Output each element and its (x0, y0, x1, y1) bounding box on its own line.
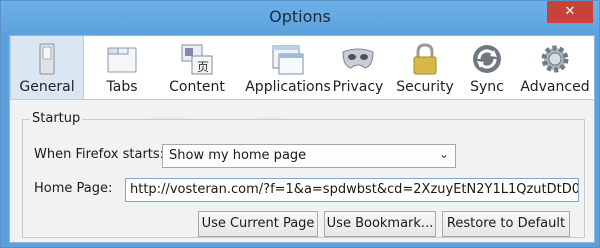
applications-icon (272, 45, 304, 75)
tab-tabs[interactable]: Tabs (94, 36, 150, 99)
tab-security[interactable]: Security (392, 36, 458, 99)
use-current-page-button[interactable]: Use Current Page (198, 211, 318, 237)
home-page-value: http://vosteran.com/?f=1&a=spdwbst&cd=2X… (130, 182, 579, 197)
tab-security-label: Security (396, 79, 454, 95)
options-toolbar: General Tabs 页 Content Applications Priv… (10, 36, 594, 100)
use-bookmark-button[interactable]: Use Bookmark... (324, 211, 436, 237)
close-icon: ✕ (564, 4, 576, 19)
tab-privacy[interactable]: Privacy (328, 36, 388, 99)
sync-icon (473, 45, 501, 73)
when-starts-label: When Firefox starts: (34, 147, 165, 162)
tab-content[interactable]: 页 Content (160, 36, 234, 99)
tab-advanced-label: Advanced (520, 79, 590, 95)
tab-tabs-label: Tabs (106, 79, 138, 95)
switch-icon (39, 43, 55, 75)
mask-icon (342, 48, 374, 69)
home-page-label: Home Page: (34, 181, 113, 196)
tab-advanced[interactable]: Advanced (518, 36, 592, 99)
when-starts-selected-value: Show my home page (169, 148, 307, 163)
tab-content-label: Content (169, 79, 225, 95)
window-title: Options (269, 7, 331, 26)
tab-applications[interactable]: Applications (236, 36, 340, 99)
options-window: Options ✕ General Tabs 页 Content Applica… (0, 0, 600, 248)
tab-general-label: General (19, 79, 75, 95)
tab-privacy-label: Privacy (332, 79, 384, 95)
chevron-down-icon: ⌄ (438, 147, 449, 161)
options-client-area: General Tabs 页 Content Applications Priv… (9, 35, 595, 243)
tab-applications-label: Applications (245, 79, 331, 95)
padlock-icon (413, 43, 437, 75)
content-icon: 页 (181, 44, 213, 75)
svg-text:页: 页 (197, 60, 209, 74)
restore-default-button[interactable]: Restore to Default (442, 211, 570, 237)
close-button[interactable]: ✕ (547, 1, 593, 23)
tab-sync-label: Sync (470, 79, 504, 95)
when-starts-select[interactable]: Show my home page ⌄ (162, 144, 456, 168)
home-page-input[interactable]: http://vosteran.com/?f=1&a=spdwbst&cd=2X… (125, 178, 579, 202)
tab-sync[interactable]: Sync (462, 36, 512, 99)
gear-icon (541, 45, 569, 73)
title-bar[interactable]: Options ✕ (1, 1, 599, 35)
tab-general[interactable]: General (10, 36, 84, 99)
startup-group-title: Startup (30, 111, 83, 126)
tabs-icon (107, 47, 137, 73)
